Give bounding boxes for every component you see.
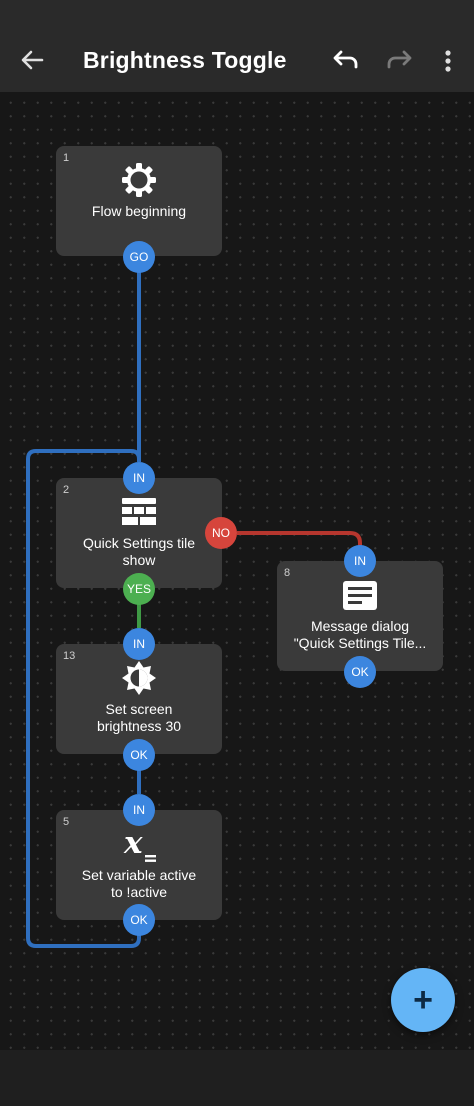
port-label: OK <box>130 913 148 927</box>
node-label: Set screen brightness 30 <box>96 701 182 734</box>
gear-icon <box>119 160 159 200</box>
port-label: YES <box>126 582 151 596</box>
port-label: OK <box>351 665 369 679</box>
port-label: IN <box>133 471 145 485</box>
add-icon: + <box>413 981 433 1019</box>
port-ok[interactable]: OK <box>123 739 155 771</box>
variable-icon: x <box>119 824 159 864</box>
add-node-button[interactable]: + <box>391 968 455 1032</box>
flow-node-set-brightness[interactable]: 13 Set screen brightness 30 <box>56 644 222 754</box>
port-in[interactable]: IN <box>344 545 376 577</box>
arrow-back-icon[interactable] <box>14 42 50 78</box>
port-label: IN <box>354 554 366 568</box>
flow-node-message-dialog[interactable]: 8 Message dialog "Quick Settings Tile... <box>277 561 443 671</box>
port-in[interactable]: IN <box>123 462 155 494</box>
bottom-bar <box>0 1050 474 1106</box>
more-vert-icon[interactable] <box>436 44 460 78</box>
port-ok[interactable]: OK <box>344 656 376 688</box>
port-go[interactable]: GO <box>123 241 155 273</box>
tiles-icon <box>119 492 159 532</box>
node-label: Set variable active to !active <box>81 867 197 900</box>
port-label: IN <box>133 637 145 651</box>
node-number: 5 <box>63 816 70 828</box>
port-in[interactable]: IN <box>123 628 155 660</box>
flow-node-quick-settings-tile[interactable]: 2 Quick Settings tile show <box>56 478 222 588</box>
node-label: Quick Settings tile show <box>82 535 196 568</box>
redo-icon[interactable] <box>383 44 417 78</box>
message-icon <box>340 575 380 615</box>
undo-icon[interactable] <box>328 44 362 78</box>
port-yes[interactable]: YES <box>123 573 155 605</box>
port-label: OK <box>130 748 148 762</box>
brightness-icon <box>119 658 159 698</box>
node-label: Flow beginning <box>91 203 187 219</box>
port-label: IN <box>133 803 145 817</box>
app-bar: Brightness Toggle <box>0 0 474 92</box>
svg-text:x: x <box>123 825 143 861</box>
node-label: Message dialog "Quick Settings Tile... <box>293 618 427 651</box>
node-number: 1 <box>63 152 70 164</box>
port-in[interactable]: IN <box>123 794 155 826</box>
port-label: GO <box>129 250 149 264</box>
page-title: Brightness Toggle <box>83 47 287 73</box>
flow-node-beginning[interactable]: 1 Flow beginning <box>56 146 222 256</box>
port-label: NO <box>212 526 230 540</box>
node-number: 13 <box>63 650 76 662</box>
port-no[interactable]: NO <box>205 517 237 549</box>
node-number: 8 <box>284 567 291 579</box>
node-number: 2 <box>63 484 70 496</box>
port-ok[interactable]: OK <box>123 904 155 936</box>
